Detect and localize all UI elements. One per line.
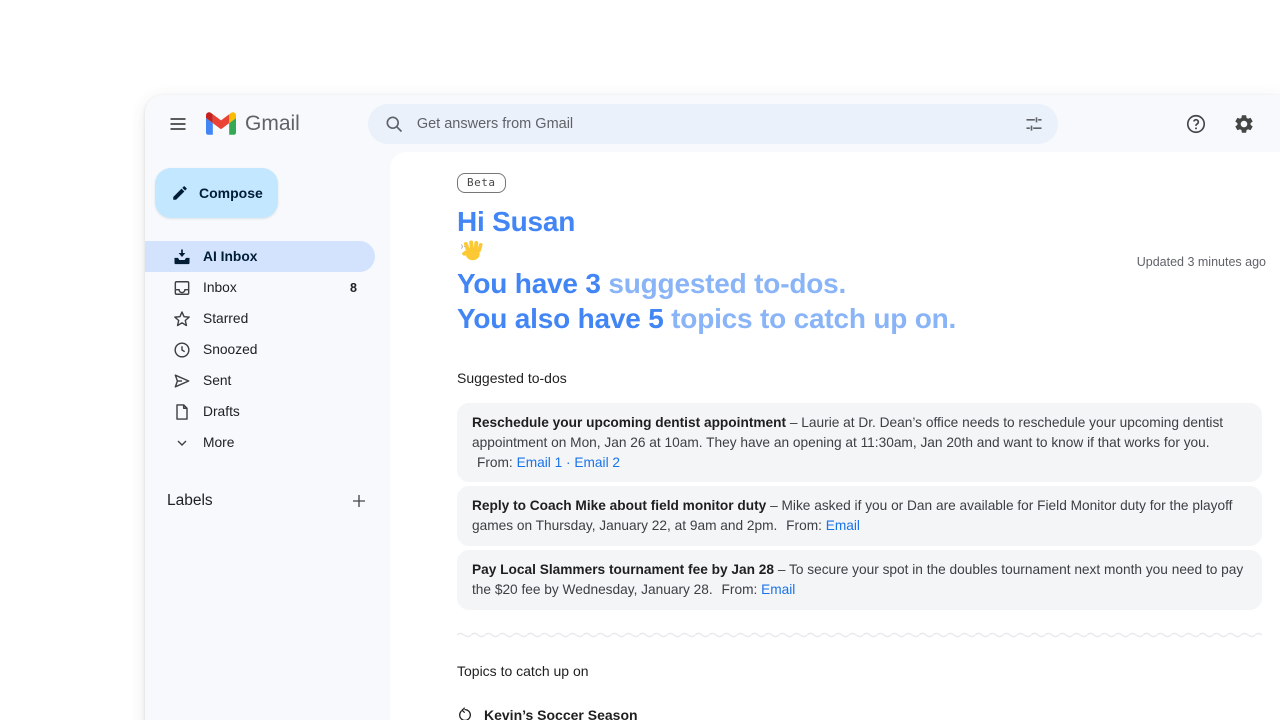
topic-group-title: Kevin’s Soccer Season: [484, 706, 638, 720]
gmail-window: Gmail Get answers from Gmail Compose AI …: [145, 95, 1280, 720]
topic-group-header: Kevin’s Soccer Season: [457, 707, 1262, 720]
sidebar-item-label: Inbox: [203, 280, 237, 295]
help-icon: [1185, 113, 1207, 135]
gmail-m-icon: [206, 112, 236, 135]
updated-timestamp: Updated 3 minutes ago: [1136, 255, 1266, 269]
search-icon[interactable]: [384, 114, 404, 134]
heading-dark-3: You also have 5: [457, 303, 664, 334]
wavy-divider: [457, 629, 1262, 638]
todo-card-tournament-fee[interactable]: Pay Local Slammers tournament fee by Jan…: [457, 549, 1262, 610]
send-icon: [172, 371, 192, 391]
header-actions: [1176, 104, 1264, 144]
labels-section: Labels: [145, 492, 390, 510]
suggested-todos-label: Suggested to-dos: [457, 370, 567, 386]
sidebar-item-sent[interactable]: Sent: [145, 365, 375, 396]
clock-icon: [172, 340, 192, 360]
sidebar-item-inbox[interactable]: Inbox 8: [145, 272, 375, 303]
sidebar-item-label: Drafts: [203, 404, 240, 419]
link-separator: ·: [566, 454, 571, 470]
sidebar: Compose AI Inbox Inbox 8 Starred Snoozed…: [145, 152, 390, 720]
todo-title: Reschedule your upcoming dentist appoint…: [472, 415, 787, 430]
todo-title: Reply to Coach Mike about field monitor …: [472, 498, 767, 514]
heading-light-2: topics to catch up on.: [671, 303, 957, 334]
sidebar-item-more[interactable]: More: [145, 427, 375, 458]
email-link-2[interactable]: Email 2: [574, 455, 620, 470]
compose-button[interactable]: Compose: [155, 168, 278, 218]
beta-badge: Beta: [457, 173, 506, 193]
ai-inbox-icon: [172, 247, 192, 267]
help-button[interactable]: [1176, 104, 1216, 144]
sidebar-item-label: Sent: [203, 373, 232, 388]
chevron-down-icon: [172, 433, 192, 453]
heading-dark-2: You have 3: [457, 268, 601, 299]
from-label: From:: [721, 581, 758, 597]
heading-dark-1: Hi Susan: [457, 206, 576, 237]
from-label: From:: [477, 454, 513, 470]
todo-card-list: Reschedule your upcoming dentist appoint…: [457, 403, 1262, 610]
main-panel: Beta Hi Susan You have 3 suggested to-do…: [390, 152, 1280, 720]
sidebar-item-label: Snoozed: [203, 342, 258, 357]
sidebar-item-ai-inbox[interactable]: AI Inbox: [145, 241, 375, 272]
topics-section-label: Topics to catch up on: [457, 662, 589, 679]
add-label-button[interactable]: [350, 492, 368, 510]
sidebar-item-starred[interactable]: Starred: [145, 303, 375, 334]
sidebar-item-drafts[interactable]: Drafts: [145, 396, 375, 427]
gmail-wordmark: Gmail: [245, 111, 300, 135]
email-link-1[interactable]: Email: [761, 582, 795, 597]
todo-title: Pay Local Slammers tournament fee by Jan…: [472, 561, 775, 577]
pencil-icon: [171, 184, 189, 202]
gear-icon: [1233, 113, 1255, 135]
ai-summary-heading: Hi Susan You have 3 suggested to-dos. Yo…: [457, 204, 1262, 336]
star-icon: [172, 309, 192, 329]
email-link-1[interactable]: Email: [826, 518, 860, 533]
header: Gmail Get answers from Gmail: [145, 95, 1280, 152]
sidebar-item-label: AI Inbox: [203, 249, 258, 264]
compose-label: Compose: [199, 185, 263, 201]
hamburger-icon: [168, 114, 188, 134]
heading-light-1: suggested to-dos.: [608, 268, 847, 299]
from-label: From:: [786, 518, 822, 534]
todo-card-coach-mike[interactable]: Reply to Coach Mike about field monitor …: [457, 486, 1262, 546]
main-menu-button[interactable]: [158, 104, 198, 144]
sidebar-item-label: More: [203, 435, 235, 450]
email-link-1[interactable]: Email 1: [517, 455, 563, 470]
search-input[interactable]: Get answers from Gmail: [417, 116, 1024, 132]
sidebar-item-snoozed[interactable]: Snoozed: [145, 334, 375, 365]
sidebar-nav: AI Inbox Inbox 8 Starred Snoozed Sent Dr…: [145, 241, 390, 458]
search-filter-icon[interactable]: [1024, 114, 1044, 134]
todo-card-dentist[interactable]: Reschedule your upcoming dentist appoint…: [457, 403, 1262, 483]
page: Gmail Get answers from Gmail Compose AI …: [0, 0, 1280, 720]
labels-header: Labels: [167, 492, 213, 509]
waving-hand-emoji: [460, 240, 483, 261]
document-icon: [172, 402, 192, 422]
inbox-unread-count: 8: [350, 280, 357, 295]
gmail-logo[interactable]: Gmail: [206, 112, 300, 136]
refresh-icon: [457, 707, 473, 720]
inbox-icon: [172, 278, 192, 298]
search-bar[interactable]: Get answers from Gmail: [367, 103, 1058, 144]
sidebar-item-label: Starred: [203, 311, 249, 326]
settings-button[interactable]: [1224, 104, 1264, 144]
